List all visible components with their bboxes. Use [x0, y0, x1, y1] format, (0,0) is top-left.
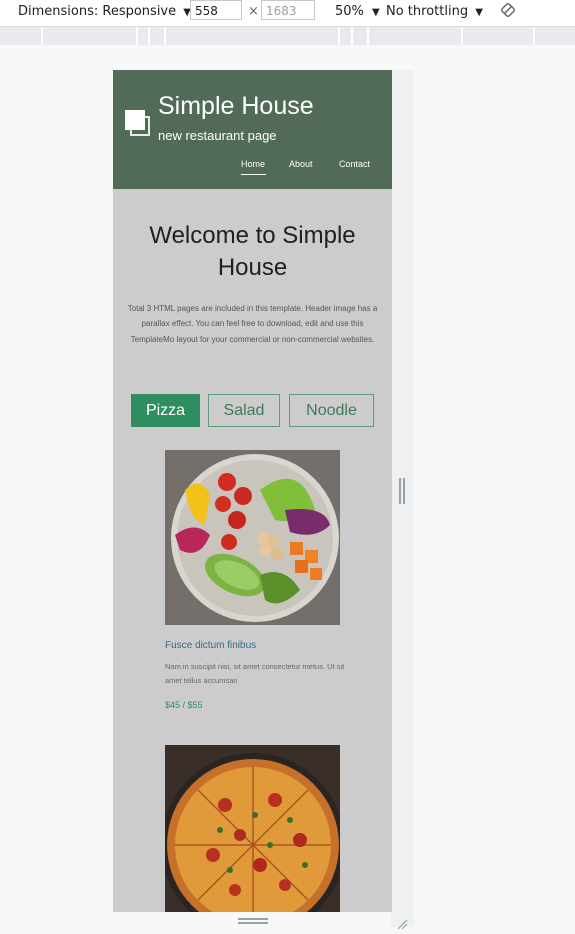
nav-contact[interactable]: Contact — [339, 159, 370, 169]
welcome-heading-text: Welcome to Simple House — [149, 222, 356, 281]
height-resize-handle[interactable] — [238, 917, 268, 925]
nav-about[interactable]: About — [289, 159, 313, 169]
menu-item-price: $45 / $55 — [165, 700, 203, 710]
zoom-dropdown[interactable]: 50% ▼ — [335, 4, 380, 19]
tab-noodle[interactable]: Noodle — [289, 394, 374, 427]
dimensions-dropdown[interactable]: Dimensions: Responsive ▼ — [18, 4, 191, 19]
height-input[interactable]: 1683 — [261, 0, 315, 20]
throttling-dropdown[interactable]: No throttling ▼ — [386, 4, 483, 19]
chevron-down-icon: ▼ — [475, 7, 483, 18]
throttling-label: No throttling — [386, 4, 469, 19]
tab-salad[interactable]: Salad — [208, 394, 280, 427]
media-query-ruler[interactable] — [0, 27, 575, 45]
welcome-heading: Welcome to Simple House — [113, 220, 392, 284]
menu-item-description: Nam in suscipit nisi, sit amet consectet… — [165, 662, 345, 685]
welcome-text: Total 3 HTML pages are included in this … — [127, 304, 378, 344]
pizza-image — [165, 745, 340, 912]
chevron-down-icon: ▼ — [372, 7, 380, 18]
dimensions-label: Dimensions: Responsive — [18, 4, 177, 19]
width-resize-handle[interactable] — [398, 478, 406, 504]
device-viewport: Simple House new restaurant page Home Ab… — [113, 70, 392, 912]
menu-item-title[interactable]: Fusce dictum finibus — [165, 640, 256, 651]
devtools-toolbar: Dimensions: Responsive ▼ 558 × 1683 50% … — [0, 0, 575, 27]
nav-active-underline — [241, 174, 266, 175]
zoom-label: 50% — [335, 4, 364, 19]
site-subtitle: new restaurant page — [158, 128, 277, 143]
width-input[interactable]: 558 — [190, 0, 242, 20]
site-header: Simple House new restaurant page Home Ab… — [113, 70, 392, 189]
nav-home[interactable]: Home — [241, 159, 265, 169]
times-icon: × — [248, 4, 259, 19]
logo-icon-front — [125, 110, 145, 130]
corner-resize-icon[interactable] — [396, 915, 408, 934]
salad-bowl-image — [165, 450, 340, 625]
tab-pizza[interactable]: Pizza — [131, 394, 200, 427]
site-title: Simple House — [158, 92, 314, 120]
rotate-icon[interactable] — [500, 2, 516, 22]
